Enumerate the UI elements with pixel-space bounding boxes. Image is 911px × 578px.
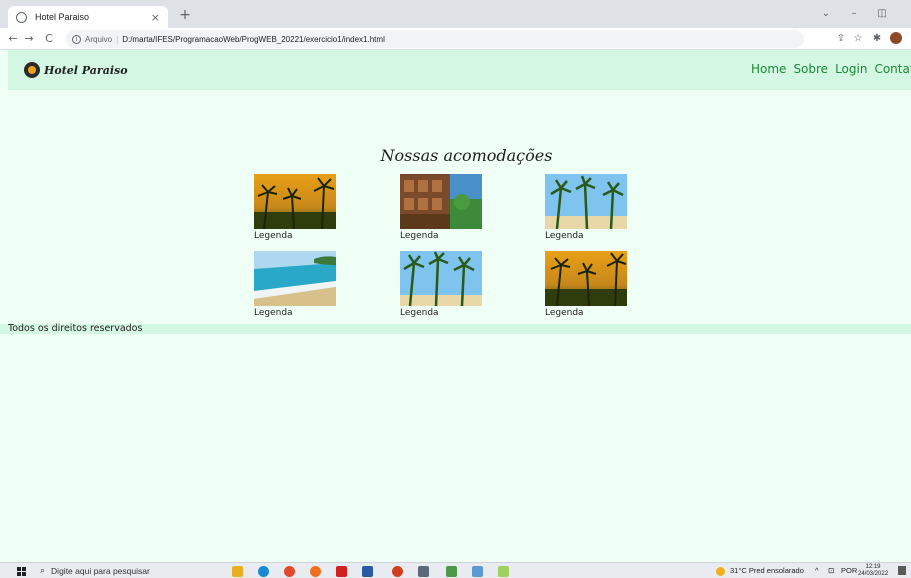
weather-text[interactable]: 31°C Pred ensolarado (730, 566, 804, 575)
photo-caption: Legenda (545, 231, 584, 241)
taskbar: ⌕ Digite aqui para pesquisar 31°C Pred e… (0, 562, 911, 578)
forward-button[interactable]: → (22, 32, 36, 46)
palm-sunset-photo[interactable] (254, 174, 336, 229)
extensions-icon[interactable]: ✱ (870, 32, 884, 46)
notification-icon[interactable] (898, 566, 906, 575)
nav-sobre[interactable]: Sobre (793, 62, 828, 76)
network-icon[interactable]: ⊡ (828, 566, 834, 575)
main-nav: Home Sobre Login Contato (751, 62, 911, 76)
room-card: Legenda (400, 174, 482, 241)
photo-caption: Legenda (400, 308, 439, 318)
room-card: Legenda (545, 174, 627, 241)
tab-search-icon[interactable]: ⌄ (818, 8, 834, 19)
bookmark-star-icon[interactable]: ☆ (851, 32, 865, 46)
section-title: Nossas acomodações (380, 146, 553, 165)
nav-contato[interactable]: Contato (874, 62, 911, 76)
room-card: Legenda (254, 174, 336, 241)
back-button[interactable]: ← (6, 32, 20, 46)
coastline-photo[interactable] (254, 251, 336, 306)
room-card: Legenda (400, 251, 482, 318)
wooden-cabins-photo[interactable] (400, 174, 482, 229)
browser-tab[interactable]: Hotel Paraiso × (8, 6, 168, 28)
site-logo[interactable]: Hotel Paraiso (24, 62, 128, 78)
photo-caption: Legenda (254, 231, 293, 241)
chrome-icon[interactable] (284, 566, 295, 577)
notepad-icon[interactable] (418, 566, 429, 577)
clock-date: 24/03/2022 (858, 571, 889, 577)
security-label: Arquivo (85, 34, 113, 44)
clock-time: 12:19 (865, 564, 881, 570)
taskbar-clock[interactable]: 12:19 24/03/2022 (858, 564, 888, 578)
reload-button[interactable]: C (42, 32, 56, 46)
globe-icon (16, 11, 27, 23)
nav-home[interactable]: Home (751, 62, 786, 76)
windows-start-icon[interactable] (17, 567, 26, 576)
paint-icon[interactable] (446, 566, 457, 577)
tab-close-icon[interactable]: × (151, 11, 160, 24)
room-card: Legenda (545, 251, 627, 318)
vscode-icon[interactable] (362, 566, 373, 577)
maximize-button[interactable]: ◫ (874, 8, 890, 19)
acrobat-icon[interactable] (336, 566, 347, 577)
photo-caption: Legenda (400, 231, 439, 241)
palm-beach-photo[interactable] (400, 251, 482, 306)
address-bar[interactable]: i Arquivo | D:/marta/IFES/ProgramacaoWeb… (66, 30, 804, 48)
browser-tab-bar: Hotel Paraiso × + ⌄ – ◫ (0, 0, 911, 28)
nav-login[interactable]: Login (835, 62, 867, 76)
chevron-up-icon[interactable]: ^ (815, 566, 819, 575)
footer-text: Todos os direitos reservados (8, 323, 143, 334)
palm-beach-photo[interactable] (545, 174, 627, 229)
chrome-active-icon[interactable] (392, 566, 403, 577)
url-text[interactable]: D:/marta/IFES/ProgramacaoWeb/ProgWEB_202… (122, 35, 385, 44)
taskbar-search[interactable]: ⌕ Digite aqui para pesquisar (34, 564, 212, 578)
hotel-logo-icon (24, 62, 40, 78)
app-icon[interactable] (472, 566, 483, 577)
app-icon[interactable] (498, 566, 509, 577)
file-explorer-icon[interactable] (232, 566, 243, 577)
tab-title: Hotel Paraiso (35, 12, 90, 22)
search-icon: ⌕ (40, 566, 46, 576)
room-card: Legenda (254, 251, 336, 318)
palm-sunset-photo[interactable] (545, 251, 627, 306)
site-header: Hotel Paraiso Home Sobre Login Contato (8, 50, 911, 90)
language-indicator[interactable]: POR (841, 566, 857, 575)
info-icon[interactable]: i (72, 34, 81, 44)
new-tab-button[interactable]: + (176, 6, 194, 24)
share-icon[interactable]: ⇪ (834, 32, 848, 46)
logo-text: Hotel Paraiso (44, 63, 128, 77)
search-placeholder: Digite aqui para pesquisar (51, 566, 150, 576)
profile-avatar[interactable] (890, 32, 902, 44)
address-bar-row: ← → C i Arquivo | D:/marta/IFES/Programa… (0, 28, 911, 50)
weather-icon[interactable] (716, 567, 725, 576)
edge-icon[interactable] (258, 566, 269, 577)
address-separator: | (116, 34, 119, 44)
firefox-icon[interactable] (310, 566, 321, 577)
minimize-button[interactable]: – (846, 8, 862, 19)
photo-caption: Legenda (545, 308, 584, 318)
site-footer: Todos os direitos reservados (0, 323, 911, 334)
photo-caption: Legenda (254, 308, 293, 318)
